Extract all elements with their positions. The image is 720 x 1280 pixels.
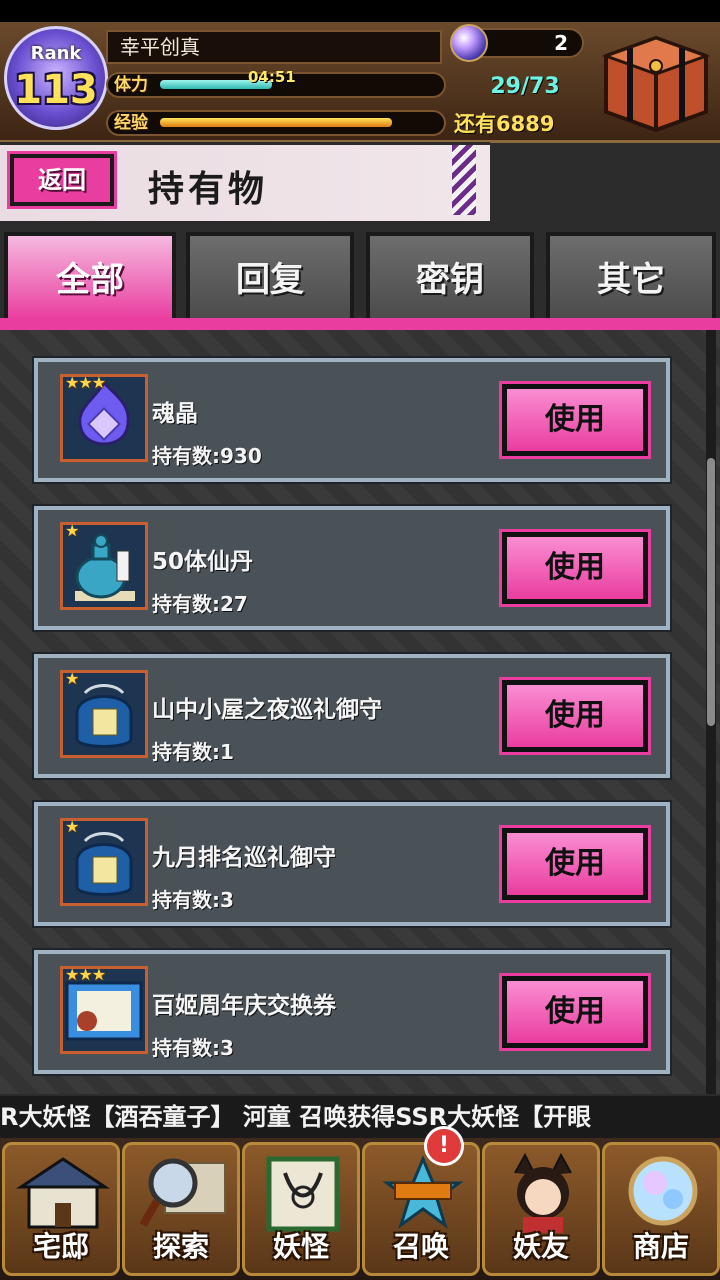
tab-all-label: 全部 [56,260,124,300]
tab-other-label: 其它 [597,260,665,300]
soul-crystal-icon: ★★★ [60,373,148,462]
item-name: 山中小屋之夜巡礼御守 [152,697,382,723]
nav-label: 宅邸 [32,1230,89,1263]
use-button-label: 使用 [545,402,605,437]
stamina-count: 29/73 [490,74,560,99]
soul-gem-icon [450,24,488,62]
gem-count: 2 [554,31,568,55]
item-name: 魂晶 [152,401,198,427]
use-button-label: 使用 [545,994,605,1029]
nav-mansion[interactable]: 宅邸 [2,1142,120,1276]
announcement-ticker: R大妖怪【酒吞童子】 河童 召唤获得SSR大妖怪【开眼 [0,1096,720,1138]
nav-label: 召唤 [392,1230,449,1263]
item-name: 百姬周年庆交换券 [152,993,336,1019]
nav-label: 妖友 [512,1230,569,1263]
treasure-chest-icon [601,35,711,133]
tab-underline [0,318,720,330]
status-bar [0,0,720,22]
exp-label: 经验 [114,113,148,133]
summon-festival-icon [382,1155,464,1229]
item-count: 持有数:3 [152,888,234,912]
nav-label: 商店 [632,1230,689,1263]
nav-summon[interactable]: 召唤 [362,1142,480,1276]
item-count: 持有数:1 [152,740,234,764]
list-item: ★ 山中小屋之夜巡礼御守 持有数:1 使用 [32,652,672,780]
rarity-stars: ★ [65,669,79,688]
use-button[interactable]: 使用 [499,677,651,755]
item-count: 持有数:27 [152,592,248,616]
exp-bar: 经验 [106,110,446,136]
stamina-label: 体力 [114,75,148,95]
charm-bag-icon: ★ [60,817,148,906]
rarity-stars: ★ [65,521,79,540]
tab-keys[interactable]: 密钥 [366,232,534,320]
list-scrollbar[interactable] [706,330,716,1094]
stamina-bar: 体力 04:51 [106,68,446,98]
use-button[interactable]: 使用 [499,973,651,1051]
item-count: 持有数:3 [152,1036,234,1060]
tab-keys-label: 密钥 [416,260,484,300]
list-item: ★★★ 魂晶 持有数:930 使用 [32,356,672,484]
item-name: 50体仙丹 [152,549,254,575]
use-button[interactable]: 使用 [499,825,651,903]
ticker-text: R大妖怪【酒吞童子】 河童 召唤获得SSR大妖怪【开眼 [0,1103,592,1131]
rarity-stars: ★★★ [65,373,106,392]
mansion-icon [16,1157,110,1229]
exp-remaining: 还有6889 [454,112,555,136]
nav-label: 妖怪 [272,1230,329,1263]
rarity-stars: ★★★ [65,965,106,984]
nav-shop[interactable]: 商店 [602,1142,720,1276]
rank-value: 113 [14,67,98,113]
rarity-stars: ★ [65,817,79,836]
anniversary-ticket-icon: ★★★ [60,965,148,1054]
use-button-label: 使用 [545,550,605,585]
stamina-timer: 04:51 [248,68,296,86]
elixir-jar-icon: ★ [60,521,148,610]
treasure-chest-button[interactable] [586,26,714,134]
use-button[interactable]: 使用 [499,529,651,607]
scroll-icon [266,1156,340,1232]
nav-friends[interactable]: 妖友 [482,1142,600,1276]
nav-label: 探索 [152,1230,209,1263]
item-name: 九月排名巡礼御守 [152,845,336,871]
player-name: 幸平创真 [106,30,442,64]
list-item: ★ 50体仙丹 持有数:27 使用 [32,504,672,632]
tab-recovery-label: 回复 [236,260,304,300]
scroll-thumb[interactable] [707,458,715,726]
charm-bag-icon: ★ [60,669,148,758]
tab-all[interactable]: 全部 [4,232,176,320]
friend-avatar-icon [514,1153,572,1233]
summon-alert-badge: ! [424,1126,464,1166]
back-button-label: 返回 [38,166,86,194]
rank-badge[interactable]: Rank 113 [4,26,108,130]
crystal-orb-icon [628,1156,698,1226]
magnifier-map-icon [139,1158,226,1228]
rank-label: Rank [30,43,82,64]
exp-fill [160,118,392,127]
nav-explore[interactable]: 探索 [122,1142,240,1276]
page-title: 持有物 [148,169,269,210]
list-item: ★★★ 百姬周年庆交换券 持有数:3 使用 [32,948,672,1076]
use-button-label: 使用 [545,698,605,733]
list-item: ★ 九月排名巡礼御守 持有数:3 使用 [32,800,672,928]
tab-other[interactable]: 其它 [546,232,716,320]
tab-recovery[interactable]: 回复 [186,232,354,320]
use-button[interactable]: 使用 [499,381,651,459]
gem-counter[interactable]: 2 [450,24,584,62]
use-button-label: 使用 [545,846,605,881]
back-button[interactable]: 返回 [7,151,117,209]
nav-yokai[interactable]: 妖怪 [242,1142,360,1276]
item-count: 持有数:930 [152,444,262,468]
